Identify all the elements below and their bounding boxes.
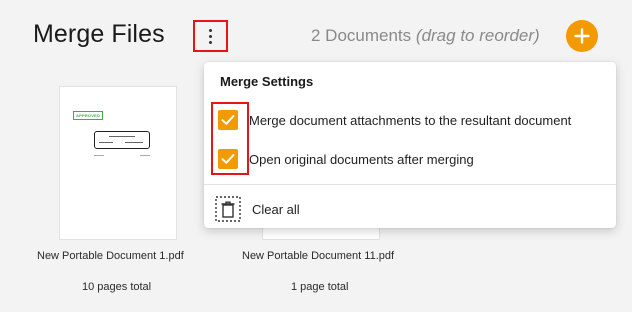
- open-originals-label: Open original documents after merging: [249, 151, 474, 167]
- merge-settings-menu: Merge Settings Merge document attachment…: [204, 62, 616, 228]
- clear-selection-icon: [215, 196, 241, 222]
- merge-attachments-checkbox[interactable]: [218, 110, 238, 130]
- merge-files-window: Merge Files 2 Documents (drag to reorder…: [0, 0, 632, 312]
- document-count: 2 Documents (drag to reorder): [311, 26, 540, 46]
- document-page-count: 1 page total: [291, 281, 349, 293]
- checkmark-icon: [221, 154, 235, 164]
- document-count-text: 2 Documents: [311, 26, 412, 45]
- approved-stamp: APPROVED: [73, 111, 104, 120]
- checkmark-icon: [221, 115, 235, 125]
- clear-all-label: Clear all: [252, 202, 300, 217]
- menu-divider: [204, 184, 616, 185]
- menu-title: Merge Settings: [220, 74, 314, 89]
- more-vertical-icon: [209, 28, 212, 44]
- open-originals-checkbox[interactable]: [218, 149, 238, 169]
- reorder-hint: (drag to reorder): [415, 26, 540, 45]
- document-name: New Portable Document 1.pdf: [37, 250, 184, 262]
- clear-all-button[interactable]: Clear all: [204, 193, 616, 225]
- add-document-button[interactable]: [566, 20, 598, 52]
- more-options-button[interactable]: [193, 20, 228, 52]
- document-name: New Portable Document 11.pdf: [242, 250, 395, 262]
- signature-box: [94, 131, 150, 149]
- plus-icon: [574, 28, 590, 44]
- page-title: Merge Files: [33, 20, 165, 48]
- document-page-count: 10 pages total: [82, 281, 152, 293]
- document-thumbnail[interactable]: APPROVED: [59, 86, 177, 240]
- merge-attachments-label: Merge document attachments to the result…: [249, 112, 572, 128]
